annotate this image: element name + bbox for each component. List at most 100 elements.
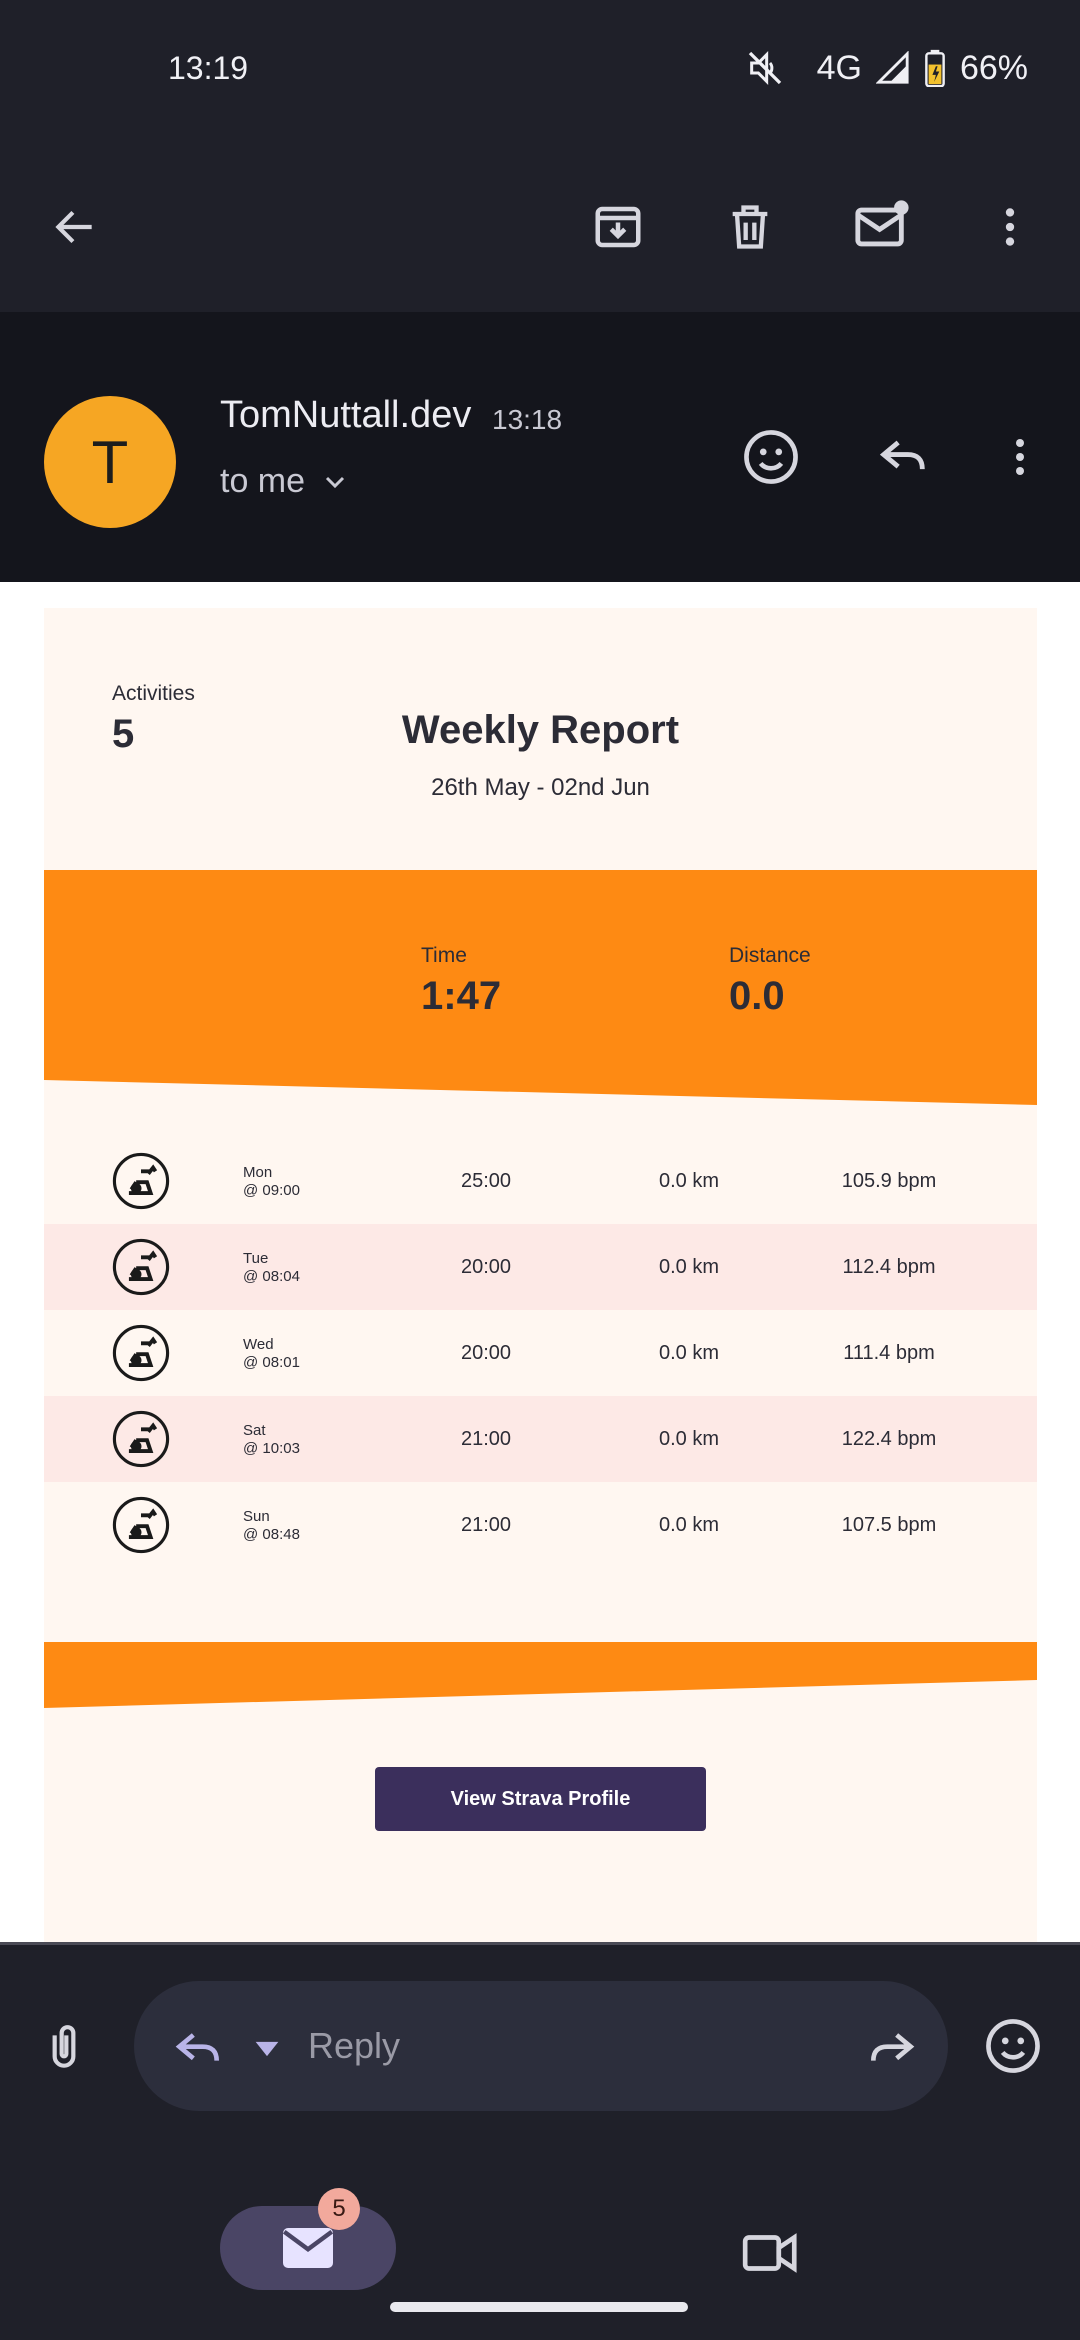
more-vert-icon — [1016, 439, 1024, 475]
message-header: T TomNuttall.dev 13:18 to me — [0, 312, 1080, 582]
reply-bar: Reply — [0, 1942, 1080, 2142]
reply-icon — [175, 2033, 219, 2061]
stat-value: 5 — [112, 712, 135, 756]
day-name: Sun — [243, 1508, 270, 1525]
caret-down-icon[interactable] — [250, 2037, 284, 2061]
activity-day: Sun @ 08:48 — [243, 1508, 300, 1544]
mail-tab[interactable] — [220, 2206, 396, 2290]
archive-button[interactable] — [583, 192, 653, 262]
start-time: @ 09:00 — [243, 1182, 300, 1199]
meet-tab[interactable] — [740, 2222, 802, 2289]
day-name: Wed — [243, 1336, 274, 1353]
home-indicator[interactable] — [390, 2302, 688, 2312]
stat-label: Activities — [112, 682, 195, 705]
stationary-bike-icon — [112, 1496, 170, 1554]
signal-icon — [875, 51, 909, 84]
message-time: 13:18 — [492, 404, 563, 435]
activity-duration: 20:00 — [460, 1255, 512, 1278]
stat-activities: Activities 5 — [112, 682, 195, 757]
view-strava-profile-button[interactable]: View Strava Profile — [375, 1767, 706, 1831]
status-time: 13:19 — [168, 50, 249, 86]
bottom-navigation: 5 — [0, 2142, 1080, 2340]
activity-row: Sun @ 08:48 21:00 0.0 km 107.5 bpm — [44, 1482, 1037, 1568]
activity-heart-rate: 112.4 bpm — [842, 1255, 936, 1278]
more-options-button[interactable] — [975, 192, 1045, 262]
stat-value: 0.0 — [729, 974, 785, 1018]
react-button[interactable] — [736, 422, 806, 492]
chevron-down-icon — [326, 476, 345, 488]
activity-heart-rate: 111.4 bpm — [843, 1341, 935, 1364]
activity-distance: 0.0 km — [658, 1513, 720, 1536]
start-time: @ 10:03 — [243, 1440, 300, 1457]
network-type: 4G — [816, 48, 862, 87]
status-bar: 13:19 4G 66% — [0, 0, 1080, 140]
recipient-details[interactable]: to me — [220, 462, 351, 501]
activity-heart-rate: 122.4 bpm — [841, 1427, 937, 1450]
unread-badge: 5 — [318, 2188, 360, 2230]
activity-distance: 0.0 km — [658, 1169, 720, 1192]
emoji-icon — [986, 2019, 1040, 2073]
start-time: @ 08:01 — [243, 1354, 300, 1371]
mark-unread-icon — [855, 200, 909, 247]
archive-icon — [595, 206, 641, 248]
start-time: @ 08:04 — [243, 1268, 300, 1285]
back-arrow-icon — [55, 210, 92, 244]
activity-duration: 21:00 — [460, 1513, 512, 1536]
activity-distance: 0.0 km — [658, 1255, 720, 1278]
stationary-bike-icon — [112, 1324, 170, 1382]
activity-duration: 25:00 — [460, 1169, 512, 1192]
activity-day: Sat @ 10:03 — [243, 1422, 300, 1458]
sender-avatar[interactable]: T — [44, 396, 176, 528]
mark-unread-button[interactable] — [847, 192, 917, 262]
message-body: Weekly Report 26th May - 02nd Jun Activi… — [0, 582, 1080, 1942]
weekly-report-email: Weekly Report 26th May - 02nd Jun Activi… — [44, 608, 1037, 1942]
stat-value: 1:47 — [421, 974, 502, 1018]
battery-icon — [925, 49, 945, 87]
status-icons: 4G 66% — [745, 48, 1028, 88]
activity-list: Mon @ 09:00 25:00 0.0 km 105.9 bpm Tue @ 0… — [44, 1138, 1037, 1568]
battery-level: 66% — [959, 48, 1028, 87]
emoji-icon — [744, 430, 798, 484]
stats-band — [44, 870, 1037, 1105]
start-time: @ 08:48 — [243, 1526, 300, 1543]
reply-placeholder: Reply — [308, 2025, 401, 2066]
activity-row: Wed @ 08:01 20:00 0.0 km 111.4 bpm — [44, 1310, 1037, 1396]
activity-day: Wed @ 08:01 — [243, 1336, 300, 1372]
emoji-button[interactable] — [982, 2015, 1044, 2082]
delete-icon — [732, 205, 768, 249]
activity-row: Sat @ 10:03 21:00 0.0 km 122.4 bpm — [44, 1396, 1037, 1482]
more-vert-icon — [1005, 208, 1015, 246]
mute-icon — [748, 51, 781, 85]
email-toolbar — [0, 140, 1080, 312]
activity-heart-rate: 107.5 bpm — [841, 1513, 937, 1536]
activity-distance: 0.0 km — [658, 1341, 720, 1364]
sender-name[interactable]: TomNuttall.dev — [220, 394, 471, 437]
recipient-label: to me — [220, 462, 306, 500]
delete-button[interactable] — [715, 192, 785, 262]
back-button[interactable] — [40, 192, 110, 262]
day-name: Sat — [243, 1422, 266, 1439]
activity-day: Tue @ 08:04 — [243, 1250, 300, 1286]
stat-distance: Distance 0.0 — [729, 944, 811, 1019]
day-name: Tue — [243, 1250, 269, 1267]
activity-row: Mon @ 09:00 25:00 0.0 km 105.9 bpm — [44, 1138, 1037, 1224]
activity-distance: 0.0 km — [658, 1427, 720, 1450]
day-name: Mon — [243, 1164, 273, 1181]
stat-time: Time 1:47 — [421, 944, 501, 1019]
reply-button[interactable] — [868, 422, 938, 492]
activity-day: Mon @ 09:00 — [243, 1164, 300, 1200]
activity-row: Tue @ 08:04 20:00 0.0 km 112.4 bpm — [44, 1224, 1037, 1310]
footer-band — [44, 1642, 1037, 1708]
reply-icon — [879, 440, 925, 470]
stat-label: Distance — [729, 944, 811, 967]
activity-duration: 20:00 — [460, 1341, 512, 1364]
video-camera-icon — [742, 2233, 797, 2273]
forward-icon[interactable] — [864, 2021, 920, 2077]
stationary-bike-icon — [112, 1152, 170, 1210]
attach-button[interactable] — [36, 2019, 92, 2080]
message-more-button[interactable] — [985, 422, 1055, 492]
reply-input[interactable]: Reply — [134, 1981, 948, 2111]
activity-duration: 21:00 — [460, 1427, 512, 1450]
report-date-range: 26th May - 02nd Jun — [431, 774, 650, 801]
paperclip-icon — [52, 2025, 76, 2068]
